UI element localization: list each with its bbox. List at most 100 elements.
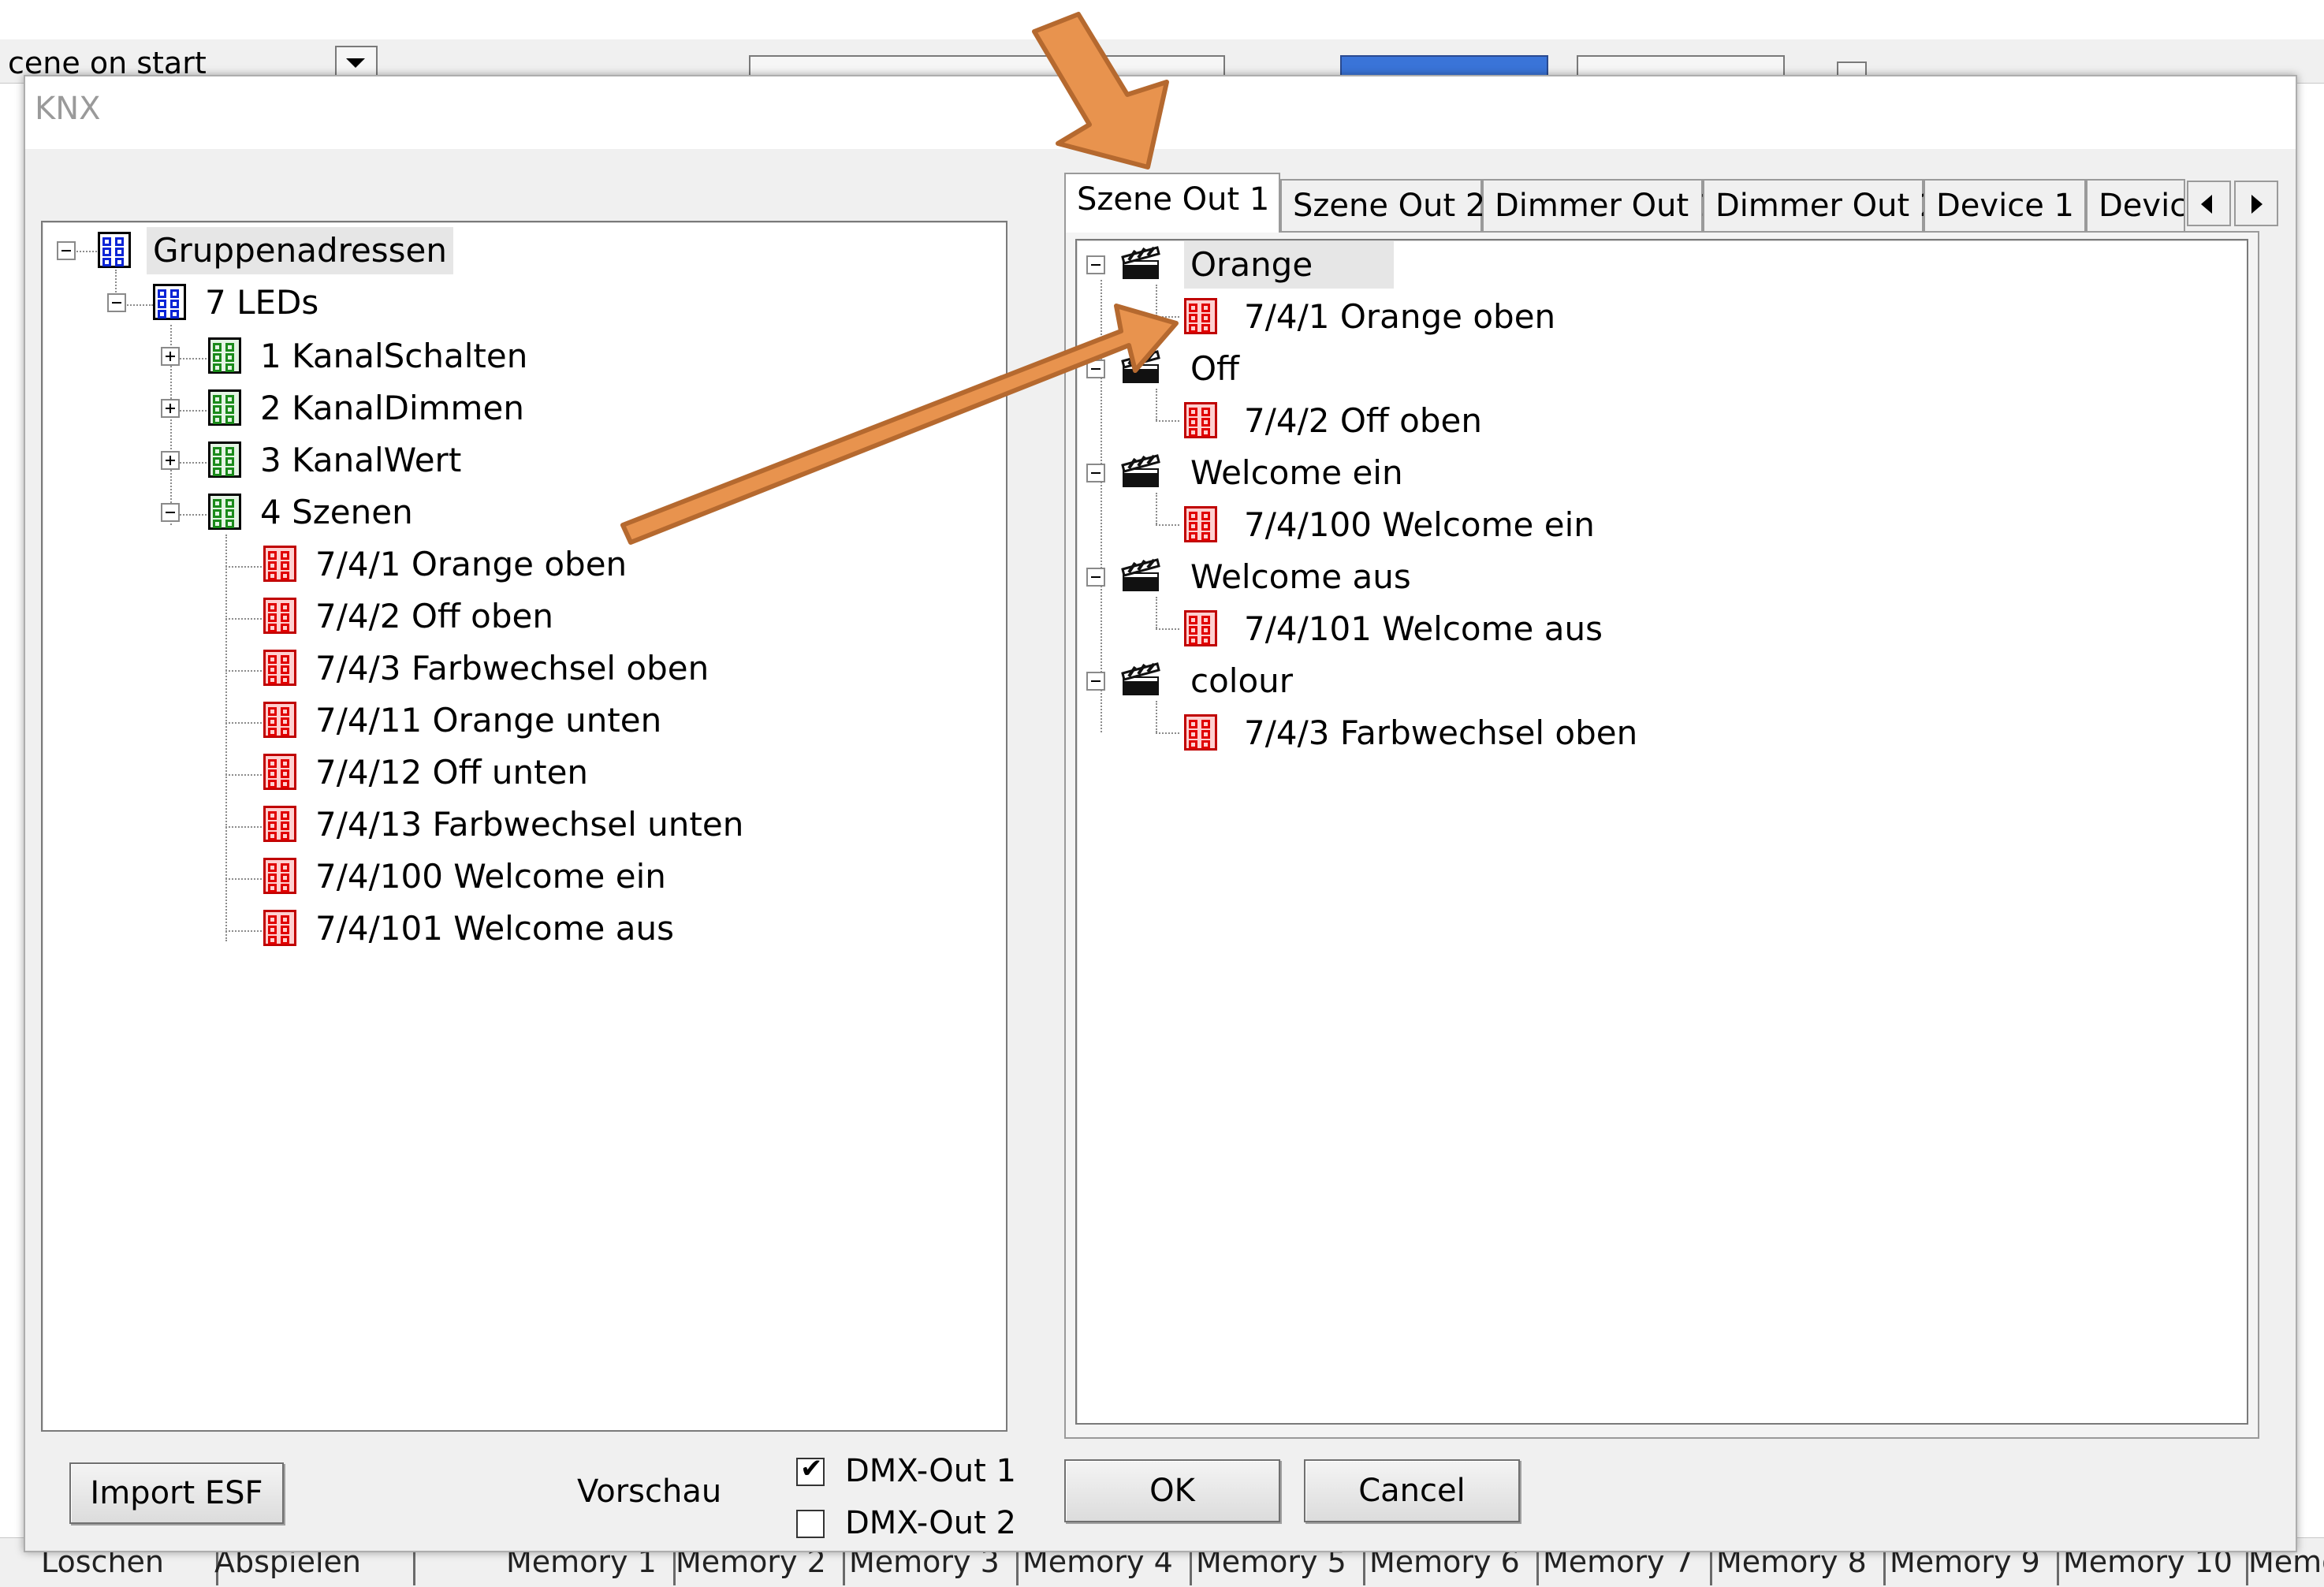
tab-device-1[interactable]: Device 1 bbox=[1924, 179, 2086, 231]
group-address-icon bbox=[263, 702, 296, 738]
scene-address-label: 7/4/2 Off oben bbox=[1244, 401, 1482, 440]
tab-szene-out-1[interactable]: Szene Out 1 bbox=[1064, 173, 1280, 233]
scene-label: Welcome ein bbox=[1190, 453, 1403, 492]
tree-item-address[interactable]: 7/4/2 Off oben bbox=[43, 593, 989, 640]
tree-item-label: 7/4/11 Orange unten bbox=[315, 701, 662, 739]
collapse-icon[interactable] bbox=[1086, 255, 1105, 274]
collapse-icon[interactable] bbox=[107, 293, 126, 312]
tab-scroll-right-button[interactable] bbox=[2234, 181, 2278, 226]
scene-tree-content: Orange 7/4/1 Orange oben Off 7/4/2 Off o… bbox=[1074, 238, 2240, 790]
collapse-icon[interactable] bbox=[161, 503, 180, 522]
tab-device-2[interactable]: Devic bbox=[2086, 179, 2185, 231]
arrow-left-icon bbox=[2201, 195, 2212, 214]
group-address-icon bbox=[263, 650, 296, 686]
group-address-icon bbox=[1184, 506, 1217, 542]
scene-label: Orange bbox=[1184, 241, 1394, 289]
output-tabs: Szene Out 1 Szene Out 2 Dimmer Out 1 Dim… bbox=[1064, 173, 2286, 234]
scene-address-item[interactable]: 7/4/100 Welcome ein bbox=[1074, 501, 2225, 549]
tree-item-label: 7/4/12 Off unten bbox=[315, 753, 589, 792]
collapse-icon[interactable] bbox=[1086, 568, 1105, 587]
clapperboard-icon bbox=[1121, 454, 1160, 487]
preview-label: Vorschau bbox=[577, 1473, 722, 1510]
tree-item-label: Gruppenadressen bbox=[147, 227, 454, 274]
expand-icon[interactable] bbox=[161, 451, 180, 470]
clapperboard-icon bbox=[1121, 662, 1160, 695]
expand-icon[interactable] bbox=[161, 399, 180, 418]
tree-item-szenen[interactable]: 4 Szenen bbox=[43, 489, 989, 536]
tree-item-address[interactable]: 7/4/1 Orange oben bbox=[43, 541, 989, 588]
group-address-icon bbox=[263, 598, 296, 634]
group-address-icon bbox=[1184, 402, 1217, 438]
tab-scroll-left-button[interactable] bbox=[2187, 181, 2231, 226]
scene-item-welcome-aus[interactable]: Welcome aus bbox=[1074, 553, 2225, 601]
tree-item-label: 1 KanalSchalten bbox=[260, 337, 528, 375]
group-address-icon bbox=[263, 806, 296, 842]
tree-item-label: 2 KanalDimmen bbox=[260, 389, 524, 427]
chevron-down-icon bbox=[346, 58, 365, 68]
tree-item-address[interactable]: 7/4/101 Welcome aus bbox=[43, 905, 989, 952]
ok-button[interactable]: OK bbox=[1064, 1459, 1280, 1522]
import-esf-button[interactable]: Import ESF bbox=[69, 1462, 284, 1524]
scene-item-colour[interactable]: colour bbox=[1074, 658, 2225, 705]
tab-dimmer-out-2[interactable]: Dimmer Out 2 bbox=[1703, 179, 1939, 231]
tree-item-address[interactable]: 7/4/12 Off unten bbox=[43, 749, 989, 796]
scene-address-label: 7/4/3 Farbwechsel oben bbox=[1244, 713, 1638, 752]
scene-address-item[interactable]: 7/4/2 Off oben bbox=[1074, 397, 2225, 445]
dialog-title: KNX bbox=[35, 91, 101, 127]
tree-item-address[interactable]: 7/4/13 Farbwechsel unten bbox=[43, 801, 989, 848]
tree-item-gruppenadressen[interactable]: Gruppenadressen bbox=[43, 227, 989, 274]
checkmark-icon: ✔ bbox=[800, 1453, 823, 1485]
scene-address-label: 7/4/101 Welcome aus bbox=[1244, 609, 1603, 648]
collapse-icon[interactable] bbox=[1086, 464, 1105, 482]
scene-item-welcome-ein[interactable]: Welcome ein bbox=[1074, 449, 2225, 497]
tree-item-kanalschalten[interactable]: 1 KanalSchalten bbox=[43, 333, 989, 380]
scene-address-item[interactable]: 7/4/1 Orange oben bbox=[1074, 293, 2225, 341]
group-address-icon bbox=[1184, 714, 1217, 751]
tree-item-address[interactable]: 7/4/11 Orange unten bbox=[43, 697, 989, 744]
dmx-out-2-label: DMX-Out 2 bbox=[845, 1505, 1016, 1541]
tree-item-label: 7/4/101 Welcome aus bbox=[315, 909, 674, 948]
group-address-icon bbox=[153, 284, 186, 320]
tree-item-label: 7/4/2 Off oben bbox=[315, 597, 553, 635]
tab-szene-out-2[interactable]: Szene Out 2 bbox=[1280, 179, 1485, 231]
scene-address-item[interactable]: 7/4/101 Welcome aus bbox=[1074, 605, 2225, 653]
group-address-tree[interactable]: Gruppenadressen 7 LEDs 1 KanalSchalten 2… bbox=[41, 221, 1007, 1432]
collapse-icon[interactable] bbox=[1086, 672, 1105, 691]
tree-item-label: 7/4/100 Welcome ein bbox=[315, 857, 666, 896]
tree-item-address[interactable]: 7/4/100 Welcome ein bbox=[43, 853, 989, 900]
group-address-icon bbox=[1184, 298, 1217, 334]
clapperboard-icon bbox=[1121, 558, 1160, 591]
group-address-icon bbox=[263, 910, 296, 946]
arrow-right-icon bbox=[2251, 195, 2263, 214]
tree-item-label: 4 Szenen bbox=[260, 493, 413, 531]
tree-item-label: 3 KanalWert bbox=[260, 441, 462, 479]
group-address-icon bbox=[263, 754, 296, 790]
dmx-out-1-checkbox[interactable]: ✔ bbox=[796, 1453, 825, 1486]
tree-item-kanaldimmen[interactable]: 2 KanalDimmen bbox=[43, 385, 989, 432]
scene-label: Welcome aus bbox=[1190, 557, 1411, 596]
tree-item-7-leds[interactable]: 7 LEDs bbox=[43, 279, 989, 326]
group-address-icon bbox=[208, 337, 241, 374]
collapse-icon[interactable] bbox=[1086, 359, 1105, 378]
dialog-titlebar[interactable]: KNX bbox=[25, 76, 2296, 149]
clapperboard-icon bbox=[1121, 350, 1160, 383]
tree-item-address[interactable]: 7/4/3 Farbwechsel oben bbox=[43, 645, 989, 692]
group-address-icon bbox=[208, 494, 241, 530]
tree-item-label: 7/4/13 Farbwechsel unten bbox=[315, 805, 744, 844]
dmx-out-2-checkbox[interactable] bbox=[796, 1510, 825, 1538]
group-address-icon bbox=[263, 546, 296, 582]
expand-icon[interactable] bbox=[161, 347, 180, 366]
cancel-button[interactable]: Cancel bbox=[1304, 1459, 1520, 1522]
scene-address-label: 7/4/100 Welcome ein bbox=[1244, 505, 1595, 544]
scene-item-orange[interactable]: Orange bbox=[1074, 241, 2225, 289]
collapse-icon[interactable] bbox=[57, 241, 76, 260]
scene-item-off[interactable]: Off bbox=[1074, 345, 2225, 393]
scene-address-item[interactable]: 7/4/3 Farbwechsel oben bbox=[1074, 710, 2225, 757]
scene-address-label: 7/4/1 Orange oben bbox=[1244, 297, 1556, 336]
group-address-icon bbox=[263, 858, 296, 894]
tree-item-kanalwert[interactable]: 3 KanalWert bbox=[43, 437, 989, 484]
tree-item-label: 7/4/3 Farbwechsel oben bbox=[315, 649, 709, 687]
dmx-out-1-label: DMX-Out 1 bbox=[845, 1453, 1016, 1489]
tree-item-label: 7 LEDs bbox=[205, 283, 319, 322]
tab-dimmer-out-1[interactable]: Dimmer Out 1 bbox=[1482, 179, 1719, 231]
